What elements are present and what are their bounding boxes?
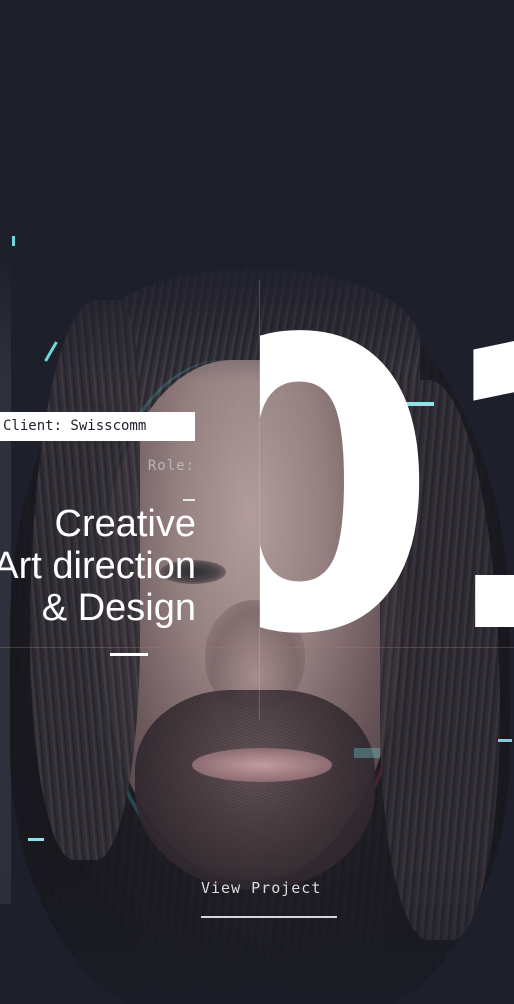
project-slide: 01 Client: Swisscomm Role: Creative Art … bbox=[0, 0, 514, 1004]
glitch-fragment bbox=[12, 236, 15, 246]
divider-rule bbox=[110, 653, 148, 656]
role-dash bbox=[183, 499, 195, 501]
view-project-underline bbox=[201, 916, 337, 918]
role-description: Creative Art direction & Design bbox=[0, 503, 196, 629]
scanline-vertical bbox=[259, 280, 260, 720]
glitch-fragment bbox=[498, 739, 512, 742]
role-line: Art direction bbox=[0, 545, 196, 587]
role-line: & Design bbox=[41, 587, 196, 629]
glitch-fragment bbox=[354, 748, 380, 758]
view-project-link[interactable]: View Project bbox=[201, 879, 321, 897]
client-tag: Client: Swisscomm bbox=[0, 412, 195, 441]
glitch-fragment bbox=[28, 838, 44, 841]
role-line: Creative bbox=[54, 503, 197, 545]
role-label: Role: bbox=[147, 458, 195, 474]
